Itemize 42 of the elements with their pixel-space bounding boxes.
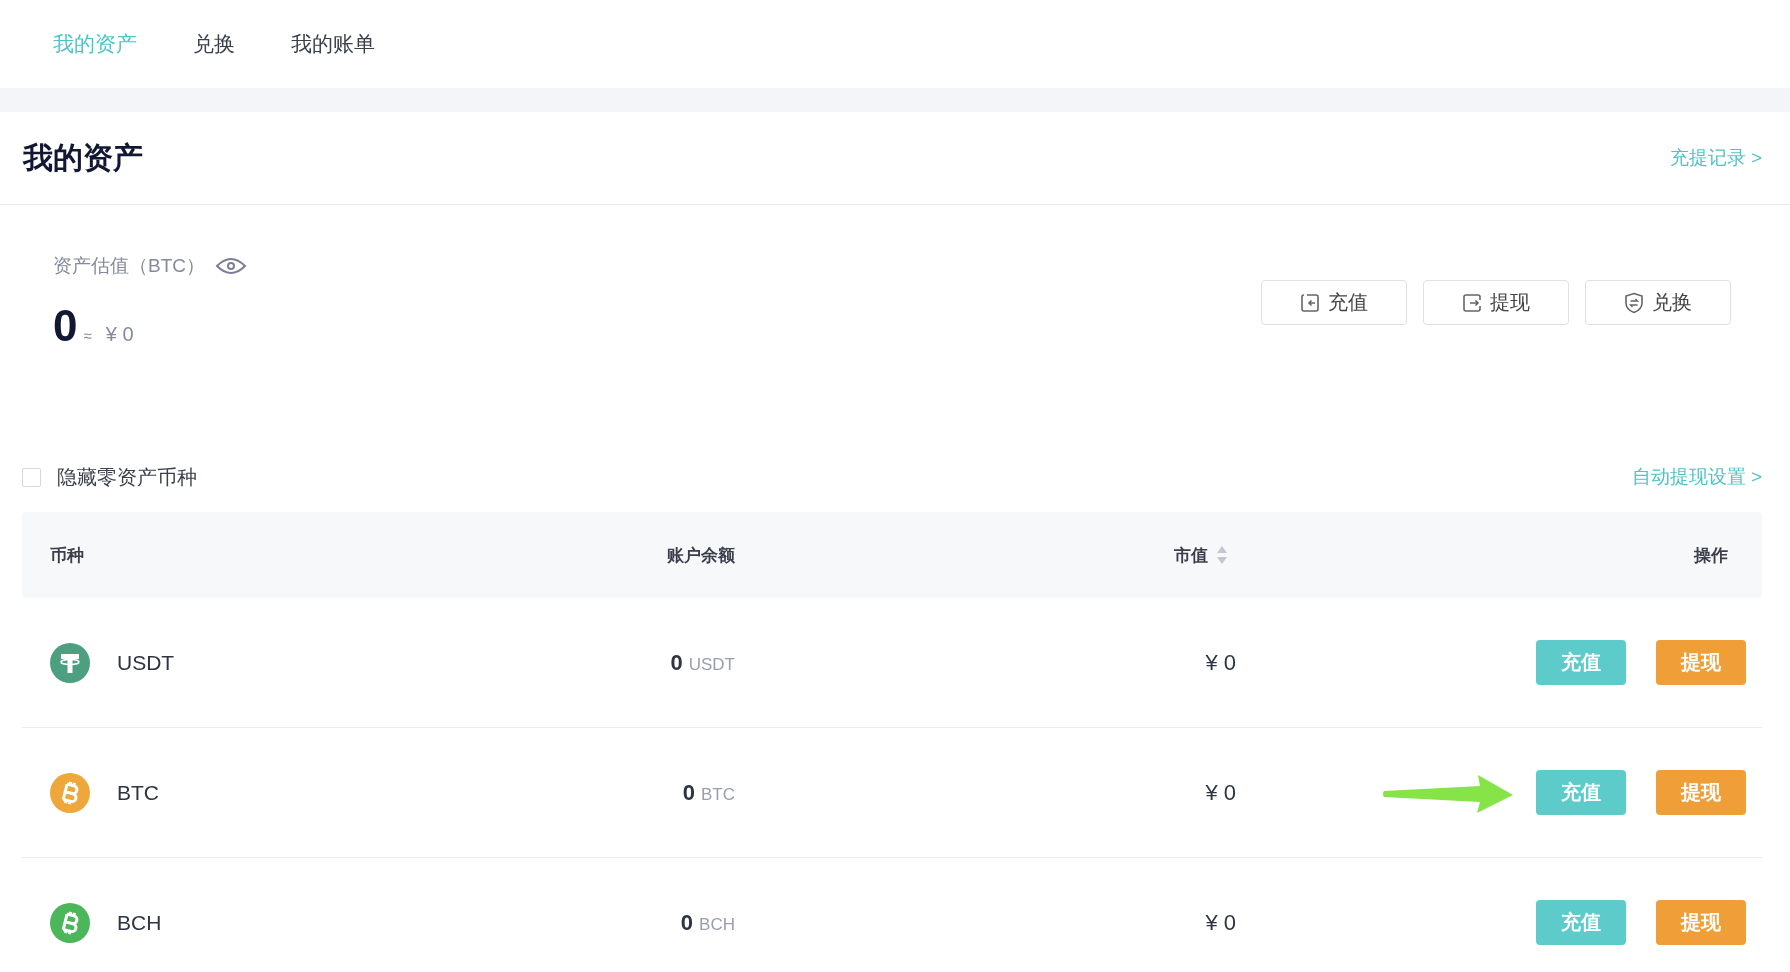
balance-amount: 0 bbox=[680, 909, 694, 936]
balance-unit: BCH bbox=[699, 914, 735, 935]
sort-icon[interactable] bbox=[1216, 545, 1228, 565]
balance-amount: 0 bbox=[682, 779, 695, 806]
action-button[interactable]: 兑换 bbox=[1585, 280, 1731, 325]
history-link[interactable]: 充提记录 > bbox=[1669, 145, 1762, 171]
column-header: 操作 bbox=[1694, 544, 1728, 567]
balance-amount: 0 bbox=[670, 649, 683, 676]
deposit-icon bbox=[1300, 292, 1320, 313]
deposit-button[interactable]: 充值 bbox=[1536, 770, 1626, 815]
balance-unit: USDT bbox=[688, 654, 735, 675]
withdraw-button[interactable]: 提现 bbox=[1656, 770, 1746, 815]
column-header: 币种 bbox=[50, 544, 84, 567]
checkbox[interactable] bbox=[22, 467, 41, 487]
coin-name: USDT bbox=[117, 650, 175, 675]
market-value: ¥ 0 bbox=[1205, 649, 1236, 676]
nav-tab[interactable]: 兑换 bbox=[193, 30, 235, 58]
coin-name: BCH bbox=[117, 910, 162, 935]
shield-icon bbox=[1624, 291, 1644, 314]
approx-sign: ≈ bbox=[83, 327, 92, 344]
withdraw-icon bbox=[1462, 292, 1482, 313]
withdraw-button[interactable]: 提现 bbox=[1656, 900, 1746, 945]
hide-zero-label: 隐藏零资产币种 bbox=[57, 464, 197, 490]
nav-tab[interactable]: 我的账单 bbox=[291, 30, 375, 58]
market-value: ¥ 0 bbox=[1205, 909, 1236, 936]
deposit-button[interactable]: 充值 bbox=[1536, 900, 1626, 945]
coin-name: BTC bbox=[117, 780, 159, 805]
page-title: 我的资产 bbox=[23, 139, 143, 176]
fiat-amount: ¥ 0 bbox=[105, 323, 134, 346]
action-button[interactable]: 提现 bbox=[1423, 280, 1569, 325]
column-header: 账户余额 bbox=[667, 544, 735, 567]
total-amount: 0 bbox=[53, 301, 78, 351]
estimate-label: 资产估值（BTC） bbox=[53, 254, 205, 278]
withdraw-button[interactable]: 提现 bbox=[1656, 640, 1746, 685]
market-value: ¥ 0 bbox=[1205, 779, 1236, 806]
eye-icon[interactable] bbox=[215, 256, 247, 276]
action-button[interactable]: 充值 bbox=[1261, 280, 1407, 325]
nav-tab[interactable]: 我的资产 bbox=[53, 30, 137, 58]
deposit-button[interactable]: 充值 bbox=[1536, 640, 1626, 685]
column-header[interactable]: 市值 bbox=[1174, 543, 1208, 567]
balance-unit: BTC bbox=[701, 784, 735, 805]
auto-withdraw-link[interactable]: 自动提现设置 > bbox=[1631, 464, 1762, 490]
